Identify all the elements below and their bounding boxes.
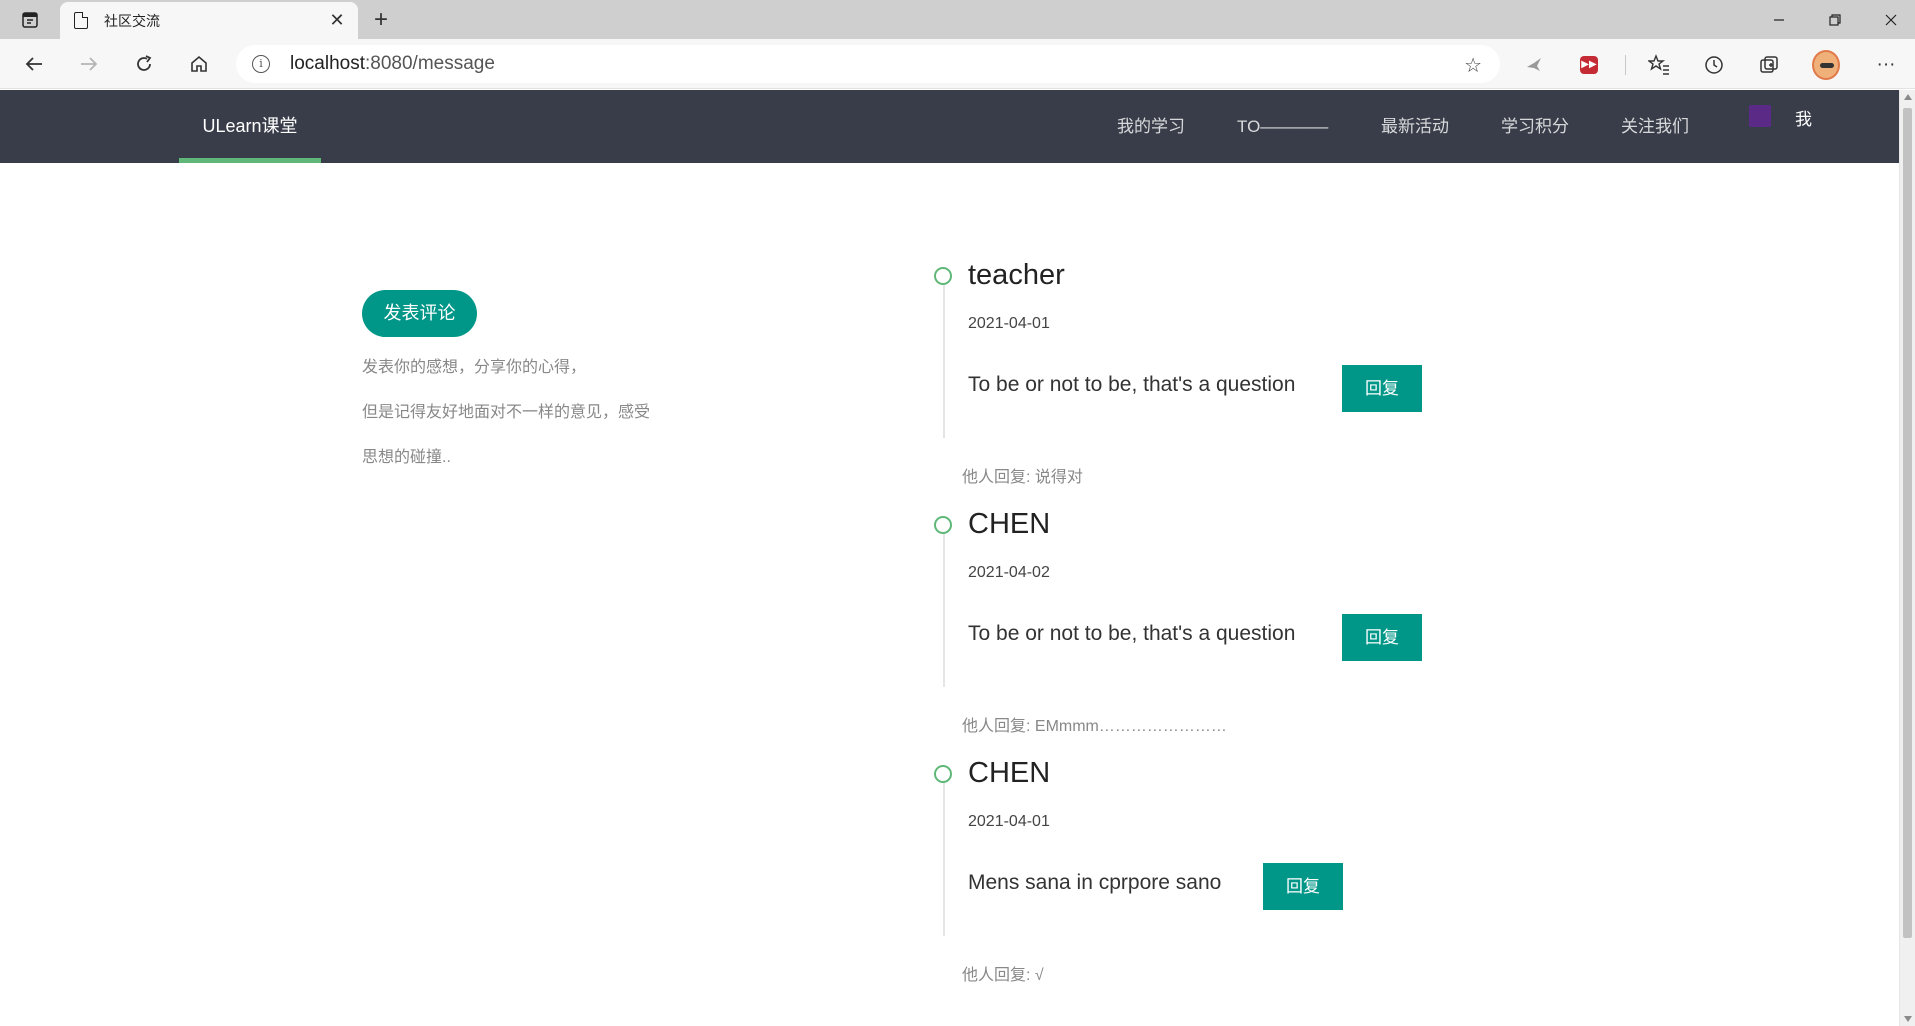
nav-latest-activities[interactable]: 最新活动	[1381, 90, 1449, 163]
restore-icon[interactable]	[1807, 0, 1863, 39]
author-name: CHEN	[968, 508, 1051, 540]
close-window-icon[interactable]	[1863, 0, 1915, 39]
address-bar[interactable]: i localhost:8080/message ☆	[236, 45, 1500, 83]
back-glyph	[25, 57, 42, 71]
other-reply: 他人回复: EMmmm……………………	[962, 718, 1227, 735]
scroll-down-icon[interactable]	[1904, 1016, 1912, 1022]
timeline-line	[943, 530, 945, 687]
minimize-icon[interactable]	[1751, 0, 1807, 39]
url-host: localhost	[290, 53, 365, 74]
home-icon[interactable]	[181, 47, 217, 81]
post-date: 2021-04-02	[968, 564, 1050, 581]
message-text: Mens sana in cprpore sano	[968, 871, 1222, 894]
brand-logo[interactable]: ULearn课堂	[179, 90, 321, 163]
site-info-icon[interactable]: i	[252, 55, 270, 73]
timeline-dot-icon	[934, 267, 952, 285]
reply-button[interactable]: 回复	[1263, 863, 1343, 910]
close-tab-icon[interactable]: ✕	[322, 10, 352, 31]
close-window-glyph	[1885, 14, 1897, 25]
timeline-dot-icon	[934, 765, 952, 783]
post-date: 2021-04-01	[968, 315, 1050, 332]
post-date: 2021-04-01	[968, 813, 1050, 830]
restore-glyph	[1829, 13, 1841, 26]
intro-line-1: 发表你的感想，分享你的心得，	[362, 359, 587, 376]
refresh-glyph	[137, 55, 152, 71]
nav-follow-us[interactable]: 关注我们	[1621, 90, 1689, 163]
tab-title: 社区交流	[104, 12, 160, 29]
other-reply: 他人回复: √	[962, 967, 1044, 984]
forward-icon[interactable]	[71, 47, 107, 81]
tab-actions-icon[interactable]	[12, 7, 48, 33]
refresh-icon[interactable]	[126, 47, 162, 81]
bird-glyph	[1527, 58, 1541, 71]
browser-tab-bar: 社区交流 ✕ +	[0, 0, 1915, 39]
nav-study-points[interactable]: 学习积分	[1501, 90, 1569, 163]
tab-actions-glyph	[22, 12, 38, 28]
collections-glyph	[1760, 56, 1778, 73]
page-icon	[74, 12, 88, 29]
scrollbar-thumb[interactable]	[1903, 108, 1912, 938]
nav-my-study[interactable]: 我的学习	[1117, 90, 1185, 163]
reply-button[interactable]: 回复	[1342, 614, 1422, 661]
history-glyph	[1705, 56, 1723, 74]
url-text: localhost:8080/message	[290, 53, 495, 75]
timeline-line	[943, 281, 945, 438]
profile-glyph	[1812, 50, 1840, 80]
site-navbar: ULearn课堂 我的学习 TO———— 最新活动 学习积分 关注我们 我	[0, 90, 1899, 163]
post-comment-button[interactable]: 发表评论	[362, 290, 477, 337]
back-icon[interactable]	[16, 47, 52, 81]
add-favorite-icon[interactable]: ☆	[1464, 53, 1482, 78]
profile-avatar-icon[interactable]	[1812, 50, 1840, 80]
author-name: CHEN	[968, 757, 1051, 789]
user-avatar[interactable]	[1749, 105, 1771, 127]
favorites-icon[interactable]	[1645, 51, 1673, 79]
nav-to[interactable]: TO————	[1237, 90, 1328, 163]
minimize-glyph	[1774, 18, 1784, 21]
active-nav-indicator	[179, 158, 321, 163]
browser-toolbar: i localhost:8080/message ☆ ▶▶ ···	[0, 39, 1915, 89]
intro-line-2: 但是记得友好地面对不一样的意见，感受	[362, 404, 651, 421]
timeline-dot-icon	[934, 516, 952, 534]
nav-me[interactable]: 我	[1795, 90, 1812, 150]
url-path: :8080/message	[365, 53, 495, 74]
toolbar-divider	[1625, 55, 1626, 75]
home-glyph	[191, 55, 207, 72]
collections-icon[interactable]	[1755, 51, 1783, 79]
extension-bird-icon[interactable]	[1520, 51, 1548, 79]
timeline-line	[943, 779, 945, 936]
history-icon[interactable]	[1700, 51, 1728, 79]
new-tab-icon[interactable]: +	[366, 5, 396, 35]
browser-tab[interactable]: 社区交流 ✕	[60, 2, 358, 39]
page-content: ULearn课堂 我的学习 TO———— 最新活动 学习积分 关注我们 我 发表…	[0, 90, 1899, 1026]
page-scrollbar[interactable]	[1899, 90, 1915, 1026]
message-text: To be or not to be, that's a question	[968, 373, 1296, 396]
extension-media-icon[interactable]: ▶▶	[1575, 51, 1603, 79]
forward-glyph	[81, 57, 98, 71]
reply-button[interactable]: 回复	[1342, 365, 1422, 412]
favorites-glyph	[1648, 54, 1669, 75]
scroll-up-icon[interactable]	[1904, 94, 1912, 100]
media-glyph: ▶▶	[1580, 56, 1598, 74]
other-reply: 他人回复: 说得对	[962, 469, 1083, 486]
message-text: To be or not to be, that's a question	[968, 622, 1296, 645]
author-name: teacher	[968, 259, 1065, 291]
more-menu-icon[interactable]: ···	[1872, 51, 1900, 79]
intro-line-3: 思想的碰撞..	[362, 449, 451, 466]
